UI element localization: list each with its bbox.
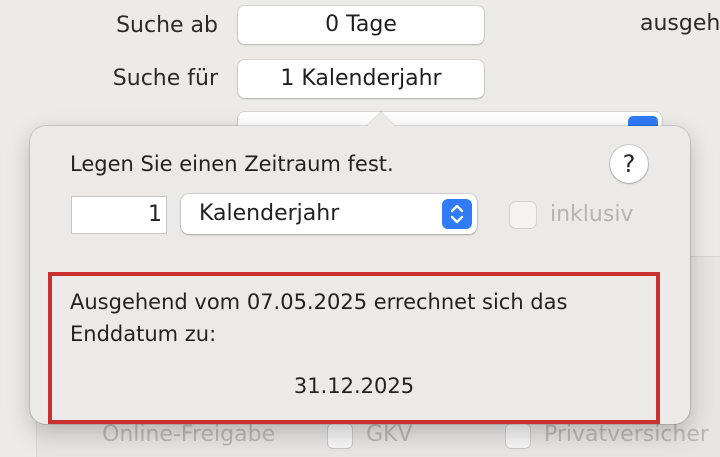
result-end-date: 31.12.2025 [293,374,415,398]
help-button[interactable]: ? [610,145,648,183]
question-mark-icon: ? [622,150,636,178]
unit-select-value: Kalenderjahr [199,201,340,226]
unit-select[interactable]: Kalenderjahr [181,194,477,234]
private-insurance-checkbox[interactable] [506,424,530,448]
popover-title: Legen Sie einen Zeitraum fest. [70,152,394,176]
online-release-label: Online-Freigabe [102,422,276,447]
period-popover: Legen Sie einen Zeitraum fest. ? 1 Kalen… [30,112,690,424]
private-insurance-label: Privatversicher [544,422,709,447]
quantity-input[interactable]: 1 [71,196,167,234]
search-for-label: Suche für [112,66,218,91]
search-from-label: Suche ab [116,13,218,38]
search-from-field[interactable]: 0 Tage [238,6,484,44]
inklusiv-checkbox[interactable] [510,202,536,228]
right-column-label: ausgeh [640,11,720,36]
popover-arrow [366,112,396,127]
background-bottom-row: Online-Freigabe GKV Privatversicher [0,420,720,456]
gkv-checkbox[interactable] [328,424,352,448]
search-for-field[interactable]: 1 Kalenderjahr [238,60,484,98]
up-down-chevron-icon [442,199,472,229]
inklusiv-label: inklusiv [550,202,634,227]
gkv-label: GKV [366,422,413,447]
result-highlight-box: Ausgehend vom 07.05.2025 errechnet sich … [48,272,660,424]
result-description: Ausgehend vom 07.05.2025 errechnet sich … [70,290,568,346]
